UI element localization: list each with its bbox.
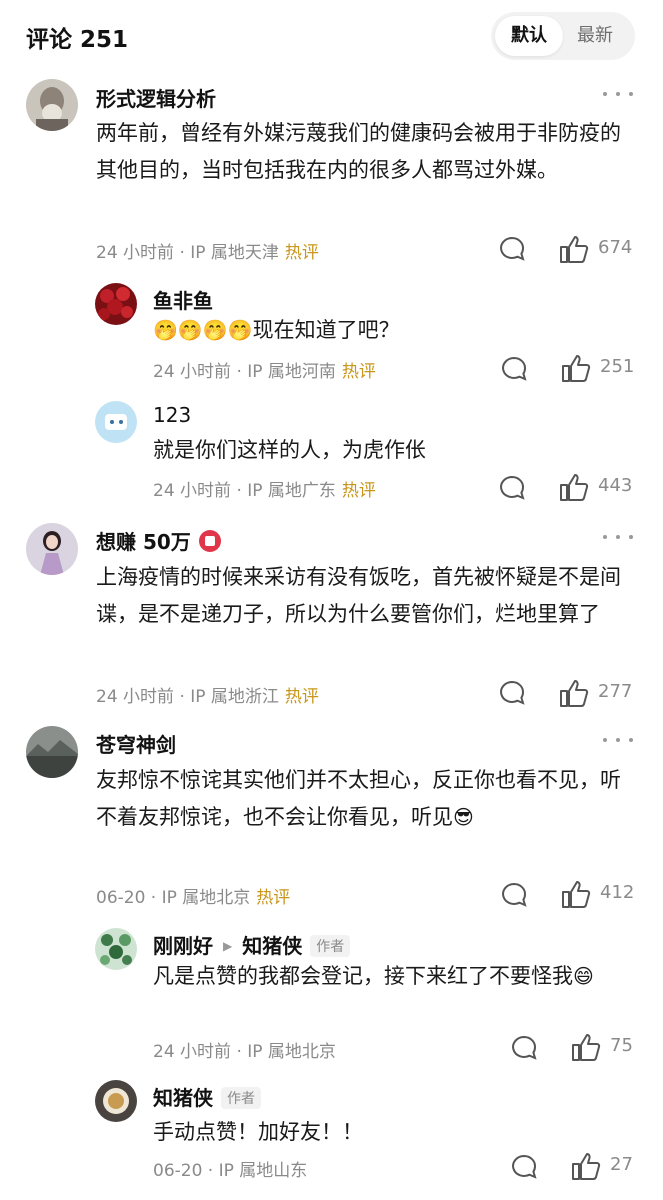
comment-text: 上海疫情的时候来采访有没有饭吃，首先被怀疑是不是间谍，是不是递刀子，所以为什么要… bbox=[96, 565, 621, 626]
cartoon-avatar[interactable] bbox=[95, 401, 137, 443]
comments-header: 评论 251 默认 最新 bbox=[0, 0, 663, 74]
hot-comment-label: 热评 bbox=[256, 888, 291, 908]
reply-icon[interactable] bbox=[498, 679, 526, 707]
more-options-icon[interactable] bbox=[603, 734, 635, 746]
reply-icon[interactable] bbox=[510, 1034, 538, 1062]
like-count: 412 bbox=[600, 882, 635, 903]
reply-author[interactable]: 鱼非鱼 bbox=[153, 285, 213, 314]
comment-time-location: 24 小时前 · IP 属地天津 bbox=[96, 243, 279, 263]
comment-time-location: 24 小时前 · IP 属地浙江 bbox=[96, 687, 279, 707]
sunglasses-emoji-icon: 😎 bbox=[453, 805, 474, 829]
like-button[interactable]: 412 bbox=[560, 878, 634, 910]
comment-meta: 24 小时前 · IP 属地天津 热评 bbox=[96, 238, 319, 263]
reply-time-location: 24 小时前 · IP 属地河南 bbox=[153, 362, 336, 382]
reply-icon[interactable] bbox=[498, 235, 526, 263]
like-button[interactable]: 674 bbox=[558, 233, 632, 265]
reply-arrow-icon: ▶ bbox=[223, 939, 233, 953]
like-button[interactable]: 251 bbox=[560, 352, 634, 384]
reply-meta: 24 小时前 · IP 属地河南 热评 bbox=[153, 357, 376, 382]
comment-text: 友邦惊不惊诧其实他们并不太担心，反正你也看不见，听不着友邦惊诧，也不会让你看见，… bbox=[96, 768, 621, 829]
landscape-avatar[interactable] bbox=[26, 726, 78, 778]
reply-icon[interactable] bbox=[498, 474, 526, 502]
reply-time-location: 06-20 · IP 属地山东 bbox=[153, 1161, 308, 1181]
reply-icon[interactable] bbox=[510, 1153, 538, 1181]
reply-to-author[interactable]: 知猪侠 bbox=[242, 934, 302, 958]
like-button[interactable]: 75 bbox=[570, 1031, 633, 1063]
hot-comment-label: 热评 bbox=[284, 243, 319, 263]
like-button[interactable]: 443 bbox=[558, 471, 632, 503]
like-button[interactable]: 277 bbox=[558, 677, 632, 709]
grinning-emoji-icon: 😄 bbox=[573, 964, 594, 988]
author-tag: 作者 bbox=[310, 935, 351, 957]
like-count: 277 bbox=[598, 681, 633, 702]
like-button[interactable]: 27 bbox=[570, 1150, 633, 1182]
comments-title: 评论 251 bbox=[26, 27, 129, 53]
comment-text: 两年前，曾经有外媒污蔑我们的健康码会被用于非防疫的其他目的，当时包括我在内的很多… bbox=[96, 121, 621, 182]
thumbs-up-icon bbox=[572, 1153, 601, 1180]
reply-icon[interactable] bbox=[500, 355, 528, 383]
reply-author[interactable]: 123 bbox=[153, 403, 191, 427]
comment-author[interactable]: 想赚 50万 bbox=[96, 526, 221, 555]
hot-comment-label: 热评 bbox=[341, 481, 376, 501]
thumbs-up-icon bbox=[560, 236, 589, 263]
green-pattern-avatar[interactable] bbox=[95, 928, 137, 970]
red-flowers-avatar[interactable] bbox=[95, 283, 137, 325]
reply-text: 手动点赞！加好友！！ bbox=[153, 1120, 363, 1144]
thumbs-up-icon bbox=[562, 881, 591, 908]
reply-icon[interactable] bbox=[500, 881, 528, 909]
sort-toggle: 默认 最新 bbox=[491, 12, 635, 60]
comment-meta: 06-20 · IP 属地北京 热评 bbox=[96, 883, 290, 908]
comment-time-location: 06-20 · IP 属地北京 bbox=[96, 888, 251, 908]
bowl-avatar[interactable] bbox=[95, 1080, 137, 1122]
author-tag: 作者 bbox=[221, 1087, 261, 1109]
reply-meta: 24 小时前 · IP 属地广东 热评 bbox=[153, 476, 376, 501]
reply-meta: 06-20 · IP 属地山东 bbox=[153, 1156, 307, 1181]
laughing-emoji-icon: 🤭🤭🤭🤭 bbox=[153, 318, 253, 342]
comment-text-block: 友邦惊不惊诧其实他们并不太担心，反正你也看不见，听不着友邦惊诧，也不会让你看见，… bbox=[96, 762, 626, 836]
reply-text: 凡是点赞的我都会登记，接下来红了不要怪我 bbox=[153, 964, 573, 988]
reply-text: 现在知道了吧？ bbox=[252, 318, 400, 342]
thumbs-up-icon bbox=[562, 355, 591, 382]
hot-comment-label: 热评 bbox=[341, 362, 376, 382]
like-count: 27 bbox=[610, 1154, 633, 1175]
comment-author[interactable]: 形式逻辑分析 bbox=[96, 83, 216, 112]
hot-comment-label: 热评 bbox=[284, 687, 319, 707]
like-count: 674 bbox=[598, 237, 633, 258]
comment-author[interactable]: 苍穹神剑 bbox=[96, 729, 176, 758]
more-options-icon[interactable] bbox=[603, 531, 635, 543]
sort-latest-button[interactable]: 最新 bbox=[561, 16, 629, 56]
more-options-icon[interactable] bbox=[603, 88, 635, 100]
thumbs-up-icon bbox=[560, 474, 589, 501]
thumbs-up-icon bbox=[560, 680, 589, 707]
reply-text-line: 🤭🤭🤭🤭现在知道了吧？ bbox=[153, 312, 623, 349]
reply-meta: 24 小时前 · IP 属地北京 bbox=[153, 1037, 336, 1062]
vip-badge-icon bbox=[198, 530, 221, 552]
old-man-avatar[interactable] bbox=[26, 79, 78, 131]
comment-meta: 24 小时前 · IP 属地浙江 热评 bbox=[96, 682, 319, 707]
comment-author-name: 想赚 50万 bbox=[96, 530, 191, 554]
like-count: 443 bbox=[598, 475, 633, 496]
reply-time-location: 24 小时前 · IP 属地广东 bbox=[153, 481, 336, 501]
reply-text: 就是你们这样的人，为虎作伥 bbox=[153, 438, 426, 462]
reply-author[interactable]: 知猪侠 bbox=[153, 1086, 213, 1110]
reply-author-line: 刚刚好 ▶ 知猪侠 作者 bbox=[153, 930, 351, 959]
like-count: 75 bbox=[610, 1035, 633, 1056]
like-count: 251 bbox=[600, 356, 635, 377]
reply-author[interactable]: 刚刚好 bbox=[153, 934, 213, 958]
reply-author-line: 知猪侠 作者 bbox=[153, 1082, 261, 1111]
reply-time-location: 24 小时前 · IP 属地北京 bbox=[153, 1042, 336, 1062]
sort-default-button[interactable]: 默认 bbox=[495, 16, 563, 56]
reply-text-block: 凡是点赞的我都会登记，接下来红了不要怪我😄 bbox=[153, 958, 623, 995]
woman-avatar[interactable] bbox=[26, 523, 78, 575]
thumbs-up-icon bbox=[572, 1034, 601, 1061]
